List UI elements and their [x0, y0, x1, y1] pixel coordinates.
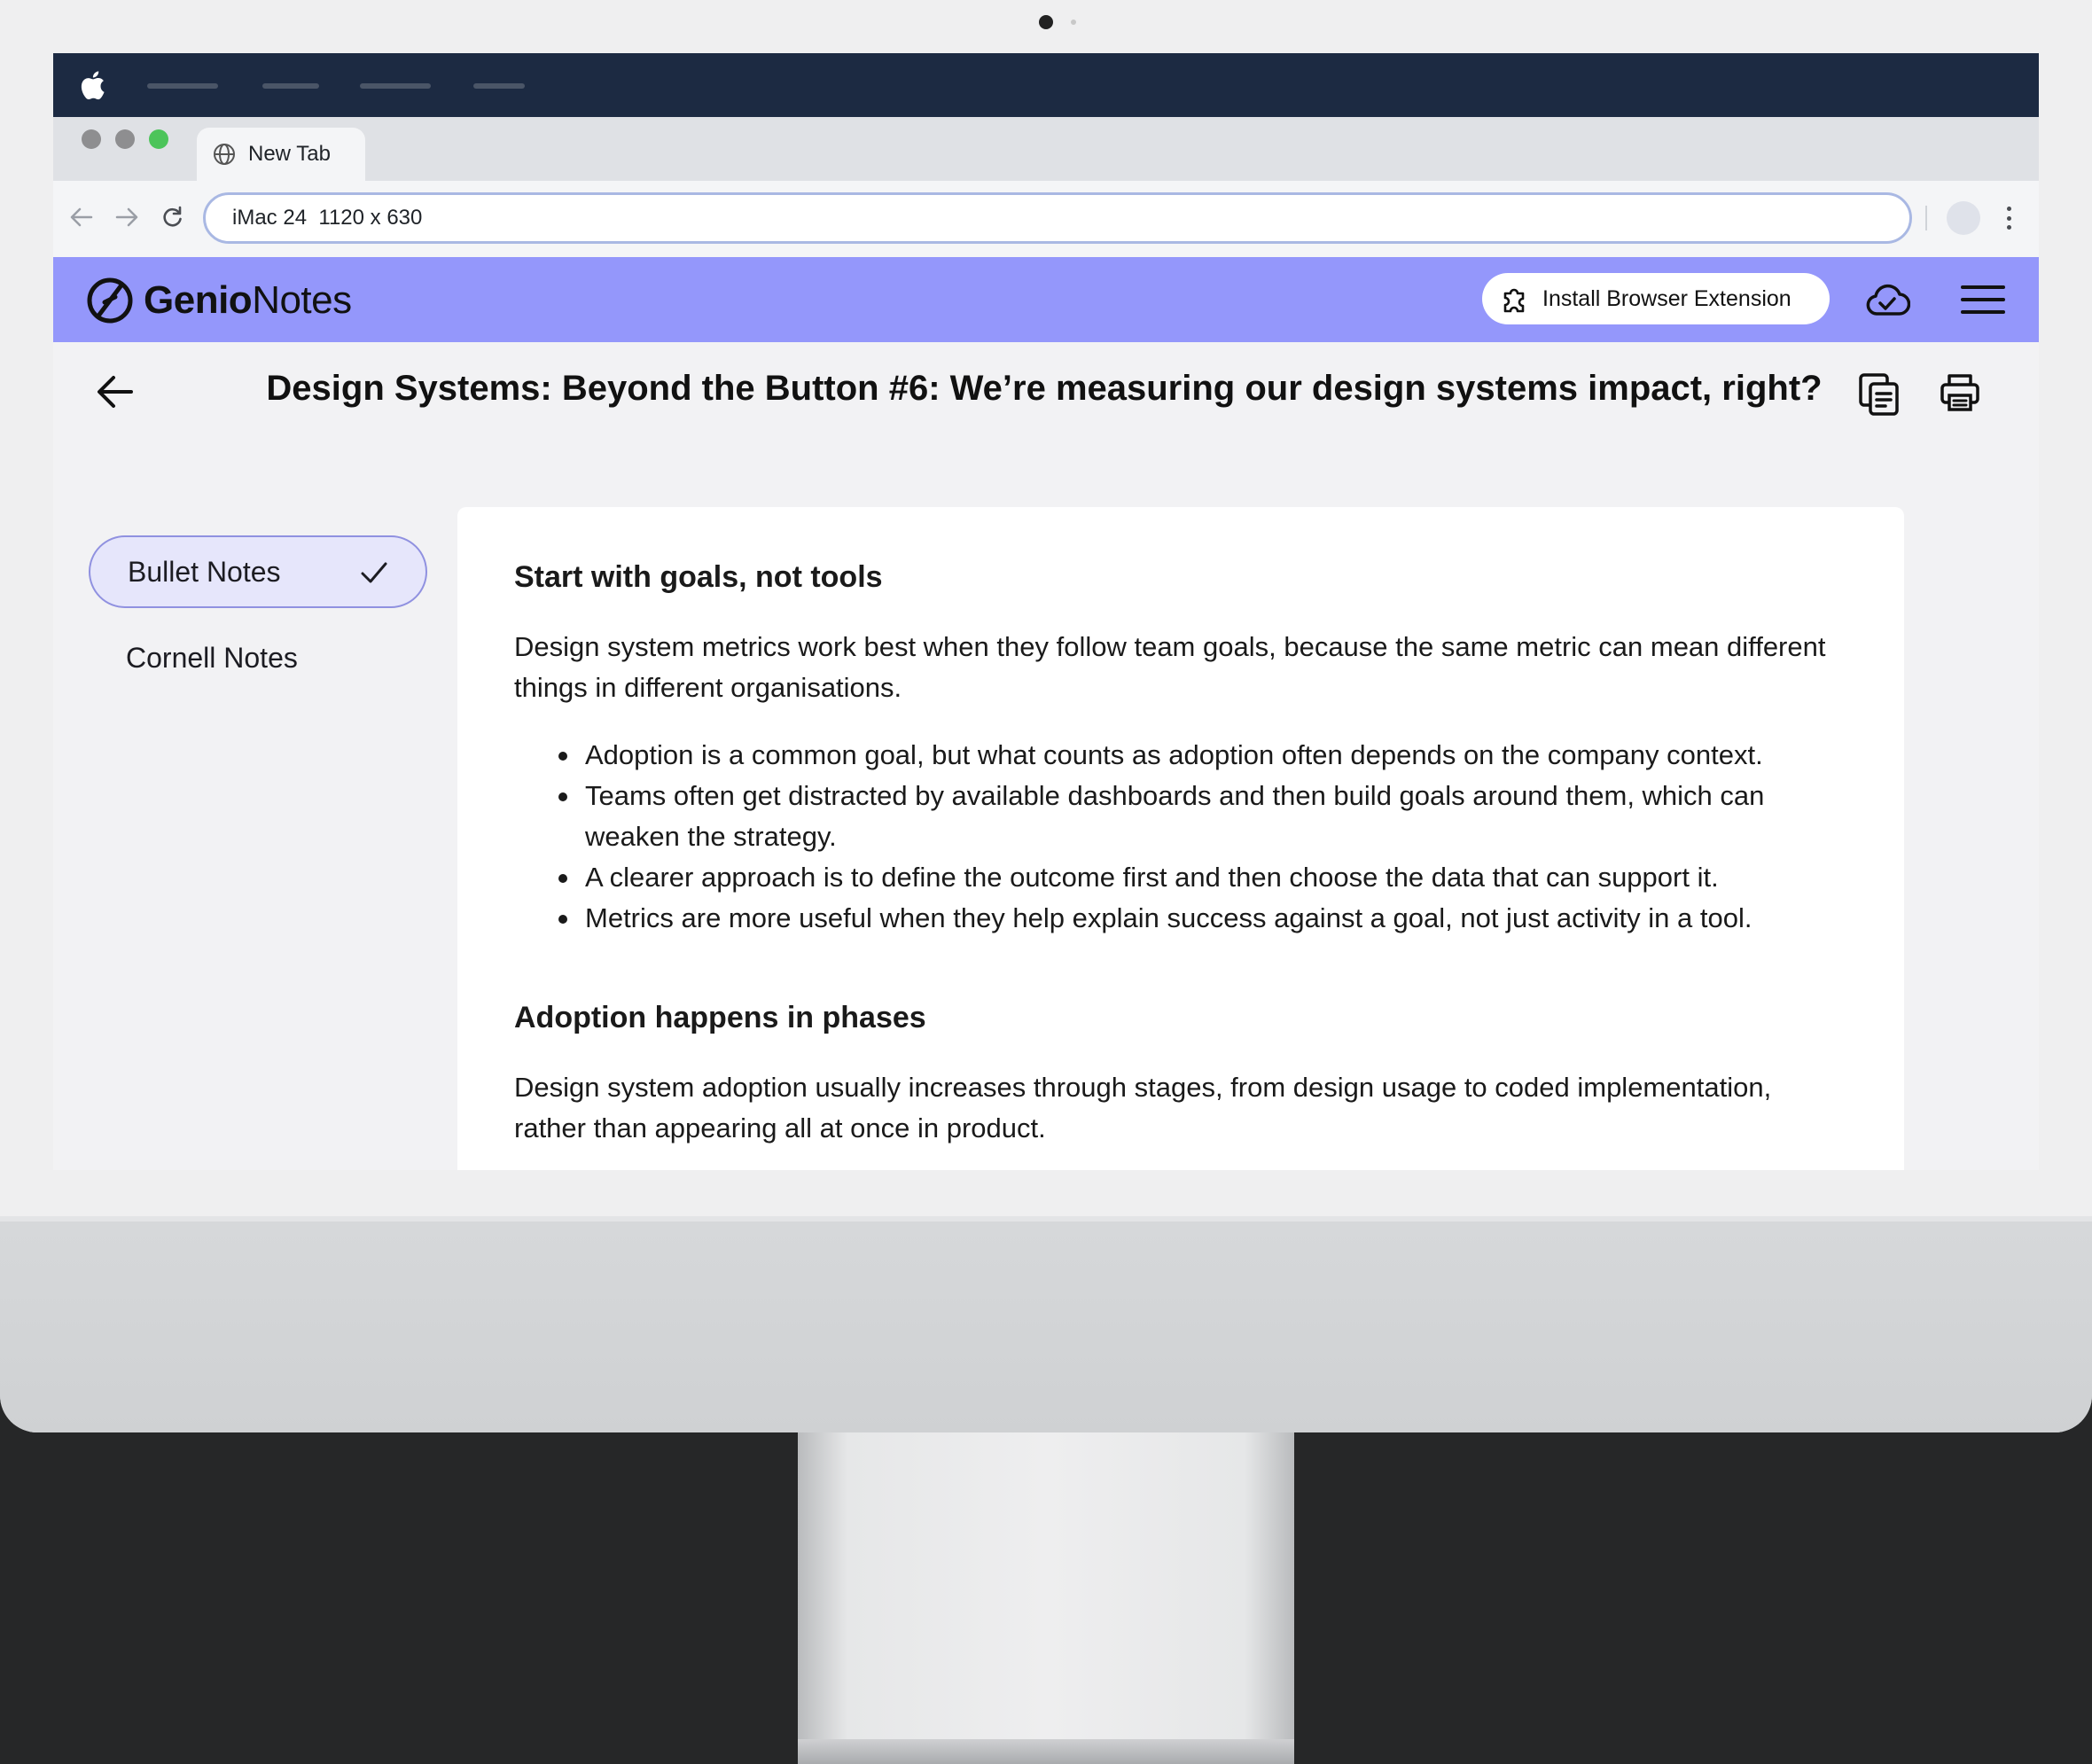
bullet-notes-label: Bullet Notes	[128, 555, 281, 588]
imac-chin	[0, 1222, 2092, 1432]
install-extension-label: Install Browser Extension	[1542, 285, 1791, 311]
maximize-window-button[interactable]	[149, 129, 168, 149]
section-heading: Adoption happens in phases	[514, 1001, 926, 1034]
os-menu-item[interactable]	[262, 83, 319, 89]
cornell-notes-option[interactable]: Cornell Notes	[89, 621, 427, 694]
forward-arrow-icon[interactable]	[113, 204, 140, 230]
printer-icon[interactable]	[1940, 372, 1980, 413]
tab-title: New Tab	[248, 142, 331, 166]
imac-stand-foot	[798, 1739, 1294, 1764]
logo-text: GenioNotes	[144, 278, 352, 323]
bullet-item: Teams often get distracted by available …	[557, 776, 1847, 857]
section-paragraph: Design system metrics work best when the…	[514, 631, 1826, 703]
copy-notes-icon[interactable]	[1858, 372, 1901, 417]
address-bar[interactable]: iMac 24 1120 x 630	[203, 192, 1912, 244]
hamburger-icon[interactable]	[1961, 285, 2005, 314]
section-heading: Start with goals, not tools	[514, 560, 883, 594]
camera	[1039, 15, 1053, 29]
notes-content-card: Start with goals, not tools Design syste…	[457, 507, 1904, 1170]
bullet-item: Adoption is a common goal, but what coun…	[557, 735, 1847, 776]
bullet-item: A clearer approach is to define the outc…	[557, 857, 1847, 898]
os-menu-item[interactable]	[147, 83, 218, 89]
profile-avatar[interactable]	[1947, 201, 1980, 235]
browser-menu-icon[interactable]	[2000, 204, 2018, 232]
os-menu-item[interactable]	[360, 83, 431, 89]
bullet-notes-option[interactable]: Bullet Notes	[89, 535, 427, 608]
install-extension-button[interactable]: Install Browser Extension	[1482, 273, 1830, 324]
arrow-left-icon[interactable]	[96, 372, 135, 411]
camera-indicator	[1071, 20, 1076, 25]
globe-icon	[214, 144, 235, 165]
apple-icon[interactable]	[80, 69, 110, 101]
logo-text-bold: Genio	[144, 278, 253, 322]
cornell-notes-label: Cornell Notes	[126, 641, 298, 674]
logo-icon	[87, 277, 133, 324]
bullet-item: Metrics are more useful when they help e…	[557, 898, 1847, 939]
screen: New Tab iMac 24 1120 x 630 GenioNotes In…	[53, 53, 2039, 1170]
page-title: Design Systems: Beyond the Button #6: We…	[266, 369, 1823, 408]
os-menu-bar	[53, 53, 2039, 117]
back-arrow-icon[interactable]	[68, 204, 95, 230]
puzzle-icon	[1503, 288, 1525, 313]
logo-text-light: Notes	[252, 278, 352, 322]
close-window-button[interactable]	[82, 129, 101, 149]
bullet-list: Adoption is a common goal, but what coun…	[557, 735, 1847, 939]
app-header: GenioNotes Install Browser Extension	[53, 257, 2039, 342]
minimize-window-button[interactable]	[115, 129, 135, 149]
os-menu-item[interactable]	[473, 83, 525, 89]
check-icon	[361, 562, 387, 583]
section-paragraph: Design system adoption usually increases…	[514, 1072, 1772, 1143]
reload-icon[interactable]	[159, 204, 185, 230]
cloud-check-icon[interactable]	[1864, 280, 1910, 319]
genio-notes-logo[interactable]: GenioNotes	[85, 276, 352, 325]
imac-stand	[798, 1432, 1294, 1764]
toolbar-separator	[1925, 206, 1927, 230]
browser-tab[interactable]: New Tab	[197, 128, 365, 181]
